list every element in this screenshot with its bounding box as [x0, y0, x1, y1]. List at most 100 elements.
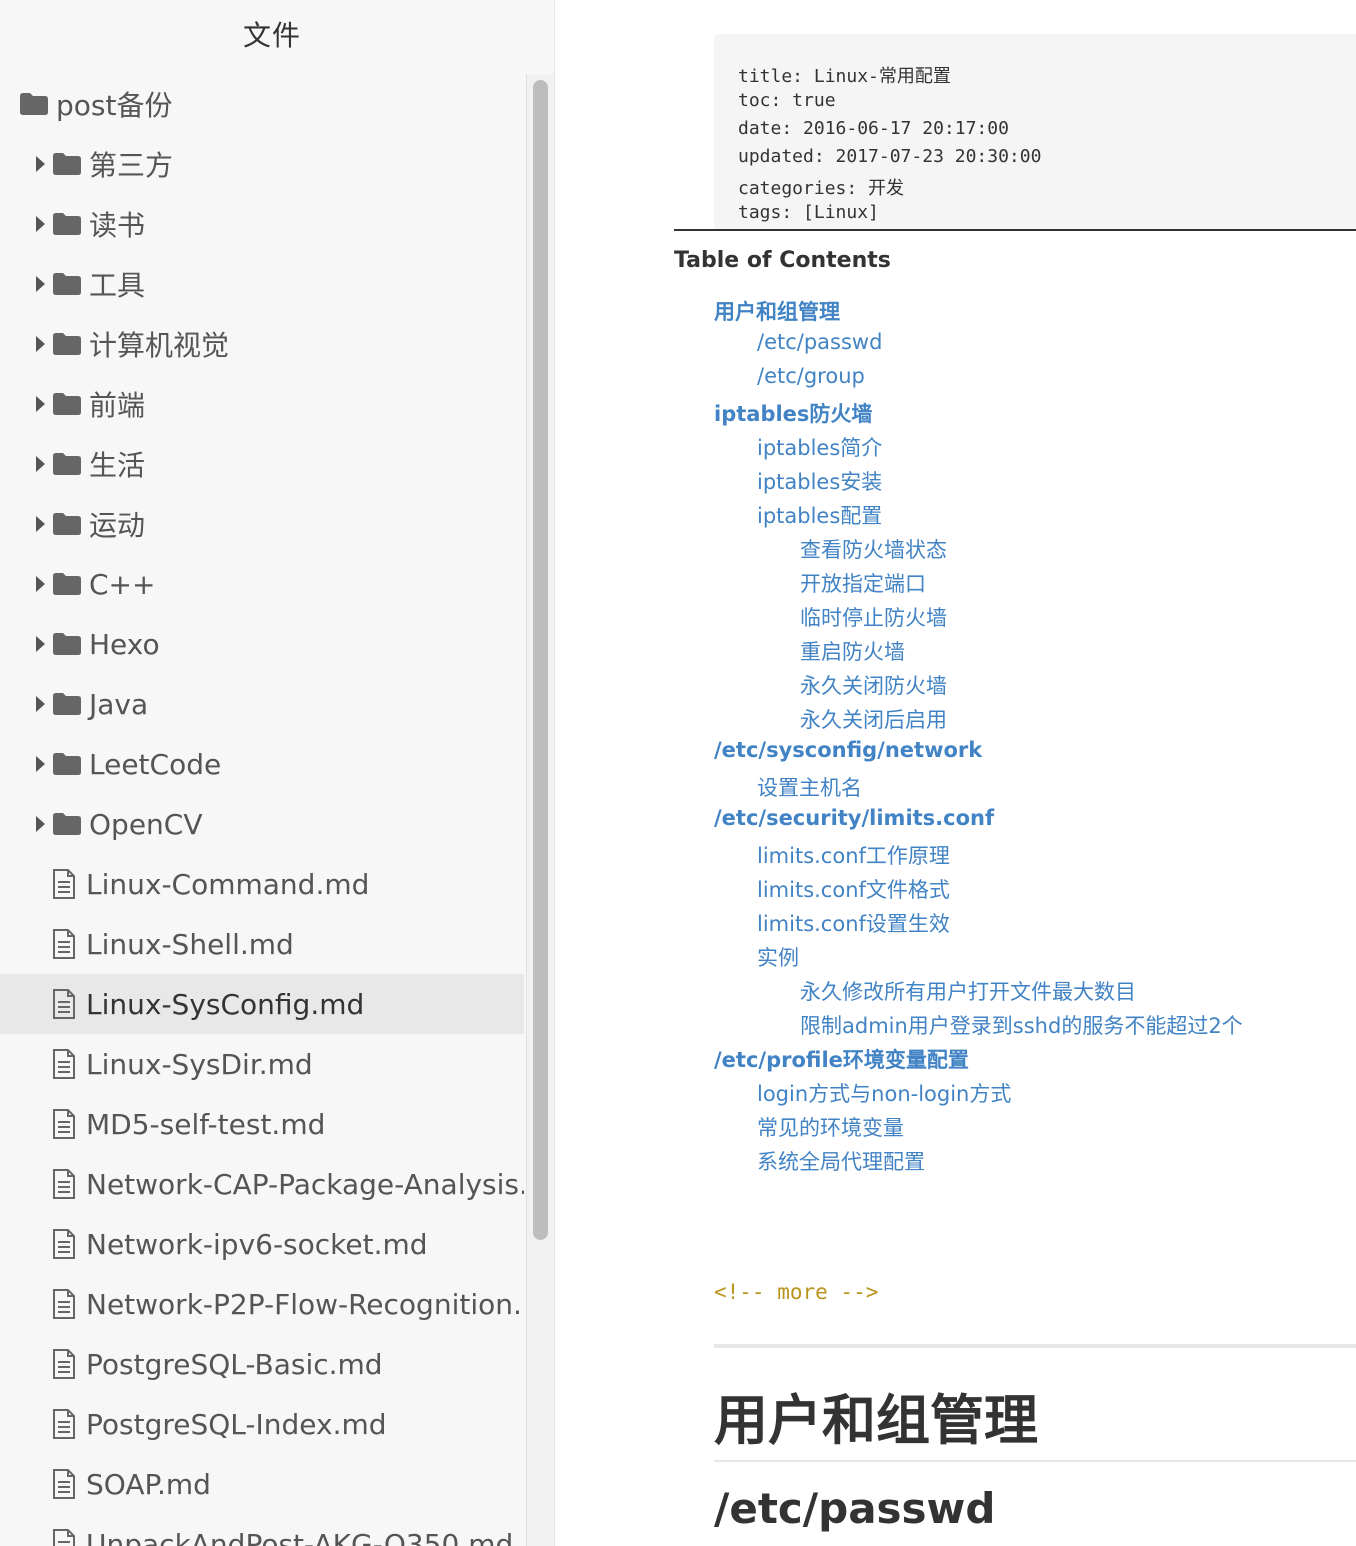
- toc-link-level-3[interactable]: 永久关闭后启用: [800, 704, 947, 734]
- caret-right-icon[interactable]: [36, 156, 45, 172]
- tree-folder[interactable]: 第三方: [0, 134, 524, 194]
- caret-right-icon[interactable]: [36, 516, 45, 532]
- caret-right-icon[interactable]: [36, 396, 45, 412]
- tree-file[interactable]: PostgreSQL-Index.md: [0, 1394, 524, 1454]
- file-text-icon: [53, 1469, 75, 1499]
- toc-link-level-2[interactable]: /etc/group: [757, 364, 865, 388]
- tree-folder[interactable]: 工具: [0, 254, 524, 314]
- toc-link-level-3[interactable]: 查看防火墙状态: [800, 534, 947, 564]
- file-text-icon: [53, 1109, 75, 1139]
- tree-folder[interactable]: Java: [0, 674, 524, 734]
- toc-link-level-3[interactable]: 限制admin用户登录到sshd的服务不能超过2个: [800, 1010, 1243, 1040]
- front-matter-divider: [674, 229, 1356, 231]
- toc-link-level-2[interactable]: 常见的环境变量: [757, 1112, 904, 1142]
- tree-folder-label: LeetCode: [89, 747, 222, 781]
- tree-folder[interactable]: LeetCode: [0, 734, 524, 794]
- caret-right-icon[interactable]: [36, 816, 45, 832]
- folder-icon: [53, 573, 81, 595]
- toc-link-level-3[interactable]: 重启防火墙: [800, 636, 905, 666]
- more-comment: <!-- more -->: [714, 1280, 879, 1304]
- toc-link-level-3[interactable]: 开放指定端口: [800, 568, 926, 598]
- toc-link-level-2[interactable]: limits.conf设置生效: [757, 908, 950, 938]
- tree-file[interactable]: Linux-Command.md: [0, 854, 524, 914]
- tree-file[interactable]: Linux-SysDir.md: [0, 1034, 524, 1094]
- toc-link-level-1[interactable]: iptables防火墙: [714, 398, 872, 428]
- tree-file[interactable]: Network-CAP-Package-Analysis.md: [0, 1154, 524, 1214]
- folder-icon: [53, 213, 81, 235]
- front-matter-block[interactable]: title: Linux-常用配置 toc: true date: 2016-0…: [714, 34, 1356, 230]
- toc-link-level-1[interactable]: /etc/security/limits.conf: [714, 806, 994, 830]
- tree-folder[interactable]: 读书: [0, 194, 524, 254]
- caret-right-icon[interactable]: [36, 456, 45, 472]
- tree-folder[interactable]: Hexo: [0, 614, 524, 674]
- folder-icon: [53, 753, 81, 775]
- toc-link-level-1[interactable]: /etc/sysconfig/network: [714, 738, 982, 762]
- folder-icon: [53, 813, 81, 835]
- toc-link-level-2[interactable]: iptables配置: [757, 500, 882, 530]
- front-matter-categories: categories: 开发: [738, 178, 905, 199]
- toc-link-level-3[interactable]: 永久修改所有用户打开文件最大数目: [800, 976, 1136, 1006]
- tree-file-label: SOAP.md: [86, 1467, 211, 1501]
- toc-link-level-1[interactable]: 用户和组管理: [714, 296, 840, 326]
- toc-link-level-2[interactable]: 设置主机名: [757, 772, 862, 802]
- caret-right-icon[interactable]: [36, 276, 45, 292]
- tree-folder-label: 计算机视觉: [89, 329, 230, 362]
- sidebar-scrollbar-thumb[interactable]: [533, 80, 548, 1240]
- front-matter-tags: tags: [Linux]: [738, 202, 879, 223]
- file-text-icon: [53, 1169, 75, 1199]
- caret-right-icon[interactable]: [36, 636, 45, 652]
- tree-folder-label: 运动: [89, 509, 146, 542]
- file-text-icon: [53, 1289, 75, 1319]
- file-text-icon: [53, 929, 75, 959]
- tree-file[interactable]: SOAP.md: [0, 1454, 524, 1514]
- tree-file-label: PostgreSQL-Index.md: [86, 1407, 387, 1441]
- tree-file-label: Linux-Command.md: [86, 867, 370, 901]
- tree-file[interactable]: Network-P2P-Flow-Recognition.md: [0, 1274, 524, 1334]
- toc-link-level-2[interactable]: limits.conf工作原理: [757, 840, 950, 870]
- tree-file-selected[interactable]: Linux-SysConfig.md: [0, 974, 524, 1034]
- tree-file[interactable]: PostgreSQL-Basic.md: [0, 1334, 524, 1394]
- folder-icon: [53, 153, 81, 175]
- horizontal-rule: [714, 1344, 1356, 1348]
- toc-link-level-2[interactable]: iptables安装: [757, 466, 882, 496]
- caret-right-icon[interactable]: [36, 696, 45, 712]
- front-matter-toc: toc: true: [738, 90, 836, 111]
- front-matter-title: title: Linux-常用配置: [738, 66, 951, 87]
- toc-link-level-1[interactable]: /etc/profile环境变量配置: [714, 1044, 969, 1074]
- sidebar-title: 文件: [242, 19, 301, 52]
- tree-folder[interactable]: 前端: [0, 374, 524, 434]
- folder-icon: [53, 273, 81, 295]
- sidebar-scrollbar[interactable]: [526, 74, 554, 1546]
- tree-file[interactable]: Linux-Shell.md: [0, 914, 524, 974]
- toc-link-level-2[interactable]: limits.conf文件格式: [757, 874, 950, 904]
- tree-folder-label: 第三方: [89, 149, 174, 182]
- tree-folder-label: 生活: [89, 449, 146, 482]
- caret-right-icon[interactable]: [36, 756, 45, 772]
- tree-file[interactable]: MD5-self-test.md: [0, 1094, 524, 1154]
- tree-root-label: post备份: [56, 89, 173, 122]
- toc-link-level-2[interactable]: iptables简介: [757, 432, 882, 462]
- toc-link-level-2[interactable]: 系统全局代理配置: [757, 1146, 925, 1176]
- tree-folder[interactable]: C++: [0, 554, 524, 614]
- heading-underline: [714, 1460, 1356, 1462]
- toc-link-level-2[interactable]: /etc/passwd: [757, 330, 882, 354]
- tree-file-label: Network-P2P-Flow-Recognition.md: [86, 1287, 524, 1321]
- caret-right-icon[interactable]: [36, 576, 45, 592]
- caret-right-icon[interactable]: [36, 336, 45, 352]
- folder-icon: [53, 393, 81, 415]
- caret-right-icon[interactable]: [36, 216, 45, 232]
- folder-icon: [53, 633, 81, 655]
- tree-folder[interactable]: 计算机视觉: [0, 314, 524, 374]
- tree-folder[interactable]: OpenCV: [0, 794, 524, 854]
- toc-link-level-2[interactable]: 实例: [757, 942, 799, 972]
- tree-file[interactable]: UnpackAndPost-AKG-Q350.md: [0, 1514, 524, 1546]
- tree-folder[interactable]: 生活: [0, 434, 524, 494]
- toc-link-level-2[interactable]: login方式与non-login方式: [757, 1078, 1011, 1108]
- file-text-icon: [53, 1349, 75, 1379]
- tree-file[interactable]: Network-ipv6-socket.md: [0, 1214, 524, 1274]
- tree-folder[interactable]: 运动: [0, 494, 524, 554]
- toc-link-level-3[interactable]: 永久关闭防火墙: [800, 670, 947, 700]
- toc-link-level-3[interactable]: 临时停止防火墙: [800, 602, 947, 632]
- tree-root-folder[interactable]: post备份: [0, 74, 524, 134]
- tree-file-label: Linux-Shell.md: [86, 927, 294, 961]
